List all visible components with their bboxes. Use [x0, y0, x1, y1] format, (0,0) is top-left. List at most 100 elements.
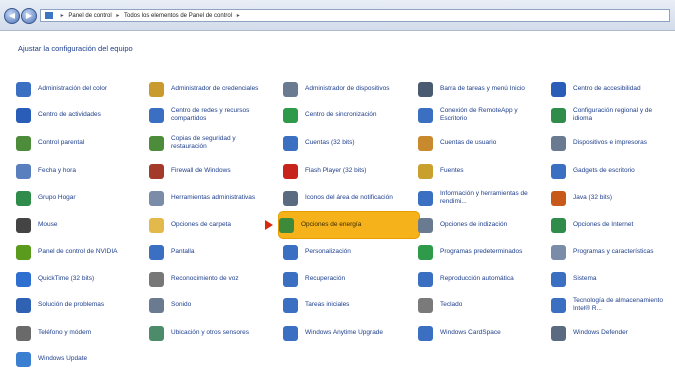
control-panel-item-label: Barra de tareas y menú Inicio — [440, 85, 525, 92]
control-panel-item[interactable]: Fuentes — [418, 158, 546, 184]
control-panel-item-label: Iconos del área de notificación — [305, 194, 393, 201]
control-panel-item[interactable]: Centro de accesibilidad — [551, 76, 675, 102]
control-panel-item-label: Información y herramientas de rendimi... — [440, 190, 528, 205]
control-panel-item[interactable]: Administrador de credenciales — [149, 76, 277, 102]
region-icon — [551, 107, 566, 123]
control-panel-item[interactable]: Centro de redes y recursos compartidos — [149, 102, 277, 128]
control-panel-item[interactable]: Firewall de Windows — [149, 158, 277, 184]
taskbar-icon — [418, 81, 433, 97]
control-panel-item[interactable]: Gadgets de escritorio — [551, 158, 675, 184]
control-panel-item[interactable]: QuickTime (32 bits) — [16, 266, 144, 292]
breadcrumb-dropdown-icon[interactable]: ▸ — [237, 13, 240, 19]
control-panel-item[interactable]: Teléfono y módem — [16, 320, 144, 346]
control-panel-item[interactable]: Personalización — [283, 239, 411, 265]
control-panel-item[interactable]: Mouse — [16, 212, 144, 238]
control-panel-item-label: Copias de seguridad y restauración — [171, 135, 236, 150]
flash-icon — [283, 163, 298, 179]
control-panel-item[interactable]: Sistema — [551, 266, 675, 292]
control-panel-item[interactable]: Grupo Hogar — [16, 185, 144, 211]
microphone-icon — [149, 271, 164, 287]
gadgets-icon — [551, 163, 566, 179]
control-panel-item[interactable]: Cuentas de usuario — [418, 130, 546, 156]
control-panel-item[interactable]: Teclado — [418, 292, 546, 318]
control-panel-item[interactable]: Iconos del área de notificación — [283, 185, 411, 211]
control-panel-item[interactable]: Control parental — [16, 130, 144, 156]
credentials-icon — [149, 81, 164, 97]
control-panel-item[interactable]: Windows Anytime Upgrade — [283, 320, 411, 346]
control-panel-item-label: Gadgets de escritorio — [573, 167, 635, 174]
control-panel-item[interactable]: Solución de problemas — [16, 292, 144, 318]
control-panel-item[interactable]: Tecnología de almacenamiento Intel® R... — [551, 292, 675, 318]
control-panel-item-label: Centro de sincronización — [305, 111, 377, 118]
color-management-icon — [16, 81, 31, 97]
control-panel-item-label: Mouse — [38, 221, 58, 228]
control-panel-item[interactable]: Windows Defender — [551, 320, 675, 346]
control-panel-item[interactable]: Configuración regional y de idioma — [551, 102, 675, 128]
control-panel-item[interactable]: Windows CardSpace — [418, 320, 546, 346]
recovery-icon — [283, 271, 298, 287]
control-panel-item[interactable]: Java (32 bits) — [551, 185, 675, 211]
defender-icon — [551, 325, 566, 341]
control-panel-item[interactable]: Cuentas (32 bits) — [283, 130, 411, 156]
breadcrumb-all-items[interactable]: Todos los elementos de Panel de control — [124, 13, 232, 19]
control-panel-item[interactable]: Conexión de RemoteApp y Escritorio — [418, 102, 546, 128]
power-options-item[interactable]: Opciones de energía — [279, 212, 419, 238]
control-panel-item-label: Programas predeterminados — [440, 248, 523, 255]
control-panel-item-label: Administrador de credenciales — [171, 85, 259, 92]
control-panel-item-label: QuickTime (32 bits) — [38, 275, 95, 282]
title-bar: ◀ ▶ ▸ Panel de control ▸ Todos los eleme… — [0, 0, 675, 31]
control-panel-item[interactable]: Reconocimiento de voz — [149, 266, 277, 292]
quicktime-icon — [16, 271, 31, 287]
control-panel-item[interactable]: Información y herramientas de rendimi... — [418, 185, 546, 211]
control-panel-item[interactable]: Pantalla — [149, 239, 277, 265]
breadcrumb-separator: ▸ — [60, 13, 64, 19]
autoplay-icon — [418, 271, 433, 287]
control-panel-item[interactable]: Administrador de dispositivos — [283, 76, 411, 102]
address-bar[interactable]: ▸ Panel de control ▸ Todos los elementos… — [40, 9, 670, 22]
control-panel-item[interactable]: Tareas iniciales — [283, 292, 411, 318]
control-panel-item[interactable]: Windows Update — [16, 346, 144, 372]
control-panel-item-label: Cuentas de usuario — [440, 139, 497, 146]
phone-icon — [16, 325, 31, 341]
control-panel-item[interactable]: Herramientas administrativas — [149, 185, 277, 211]
control-panel-item[interactable]: Copias de seguridad y restauración — [149, 130, 277, 156]
control-panel-item[interactable]: Centro de actividades — [16, 102, 144, 128]
control-panel-item[interactable]: Opciones de Internet — [551, 212, 675, 238]
control-panel-item[interactable]: Administración del color — [16, 76, 144, 102]
control-panel-item-label: Administración del color — [38, 85, 108, 92]
system-icon — [551, 271, 566, 287]
control-panel-item-label: Pantalla — [171, 248, 195, 255]
control-panel-item[interactable]: Reproducción automática — [418, 266, 546, 292]
breadcrumb-control-panel[interactable]: Panel de control — [68, 13, 111, 19]
back-button[interactable]: ◀ — [4, 8, 20, 24]
accounts-icon — [283, 135, 298, 151]
control-panel-item[interactable]: Programas predeterminados — [418, 239, 546, 265]
control-panel-item-label: Ubicación y otros sensores — [171, 329, 250, 336]
control-panel-item[interactable]: Fecha y hora — [16, 158, 144, 184]
display-icon — [149, 244, 164, 260]
control-panel-item[interactable]: Sonido — [149, 292, 277, 318]
control-panel-item[interactable]: Ubicación y otros sensores — [149, 320, 277, 346]
control-panel-item[interactable]: Opciones de carpeta — [149, 212, 277, 238]
control-panel-item[interactable]: Centro de sincronización — [283, 102, 411, 128]
control-panel-item[interactable]: Dispositivos e impresoras — [551, 130, 675, 156]
control-panel-item[interactable]: Recuperación — [283, 266, 411, 292]
control-panel-item-label: Panel de control de NVIDIA — [38, 248, 118, 255]
control-panel-item[interactable]: Opciones de indización — [418, 212, 546, 238]
control-panel-item[interactable]: Barra de tareas y menú Inicio — [418, 76, 546, 102]
device-manager-icon — [283, 81, 298, 97]
control-panel-item-label: Centro de accesibilidad — [573, 85, 641, 92]
forward-button[interactable]: ▶ — [21, 8, 37, 24]
control-panel-item-label: Sonido — [171, 301, 192, 308]
personalize-icon — [283, 244, 298, 260]
control-panel-item-label: Centro de actividades — [38, 111, 101, 118]
control-panel-item-label: Opciones de indización — [440, 221, 508, 228]
control-panel-item[interactable]: Programas y características — [551, 239, 675, 265]
nvidia-icon — [16, 244, 31, 260]
internet-icon — [551, 217, 566, 233]
control-panel-item-label: Teléfono y módem — [38, 329, 92, 336]
control-panel-item[interactable]: Flash Player (32 bits) — [283, 158, 411, 184]
control-panel-item[interactable]: Panel de control de NVIDIA — [16, 239, 144, 265]
page-heading: Ajustar la configuración del equipo — [18, 44, 133, 53]
control-panel-item-label: Fuentes — [440, 167, 464, 174]
